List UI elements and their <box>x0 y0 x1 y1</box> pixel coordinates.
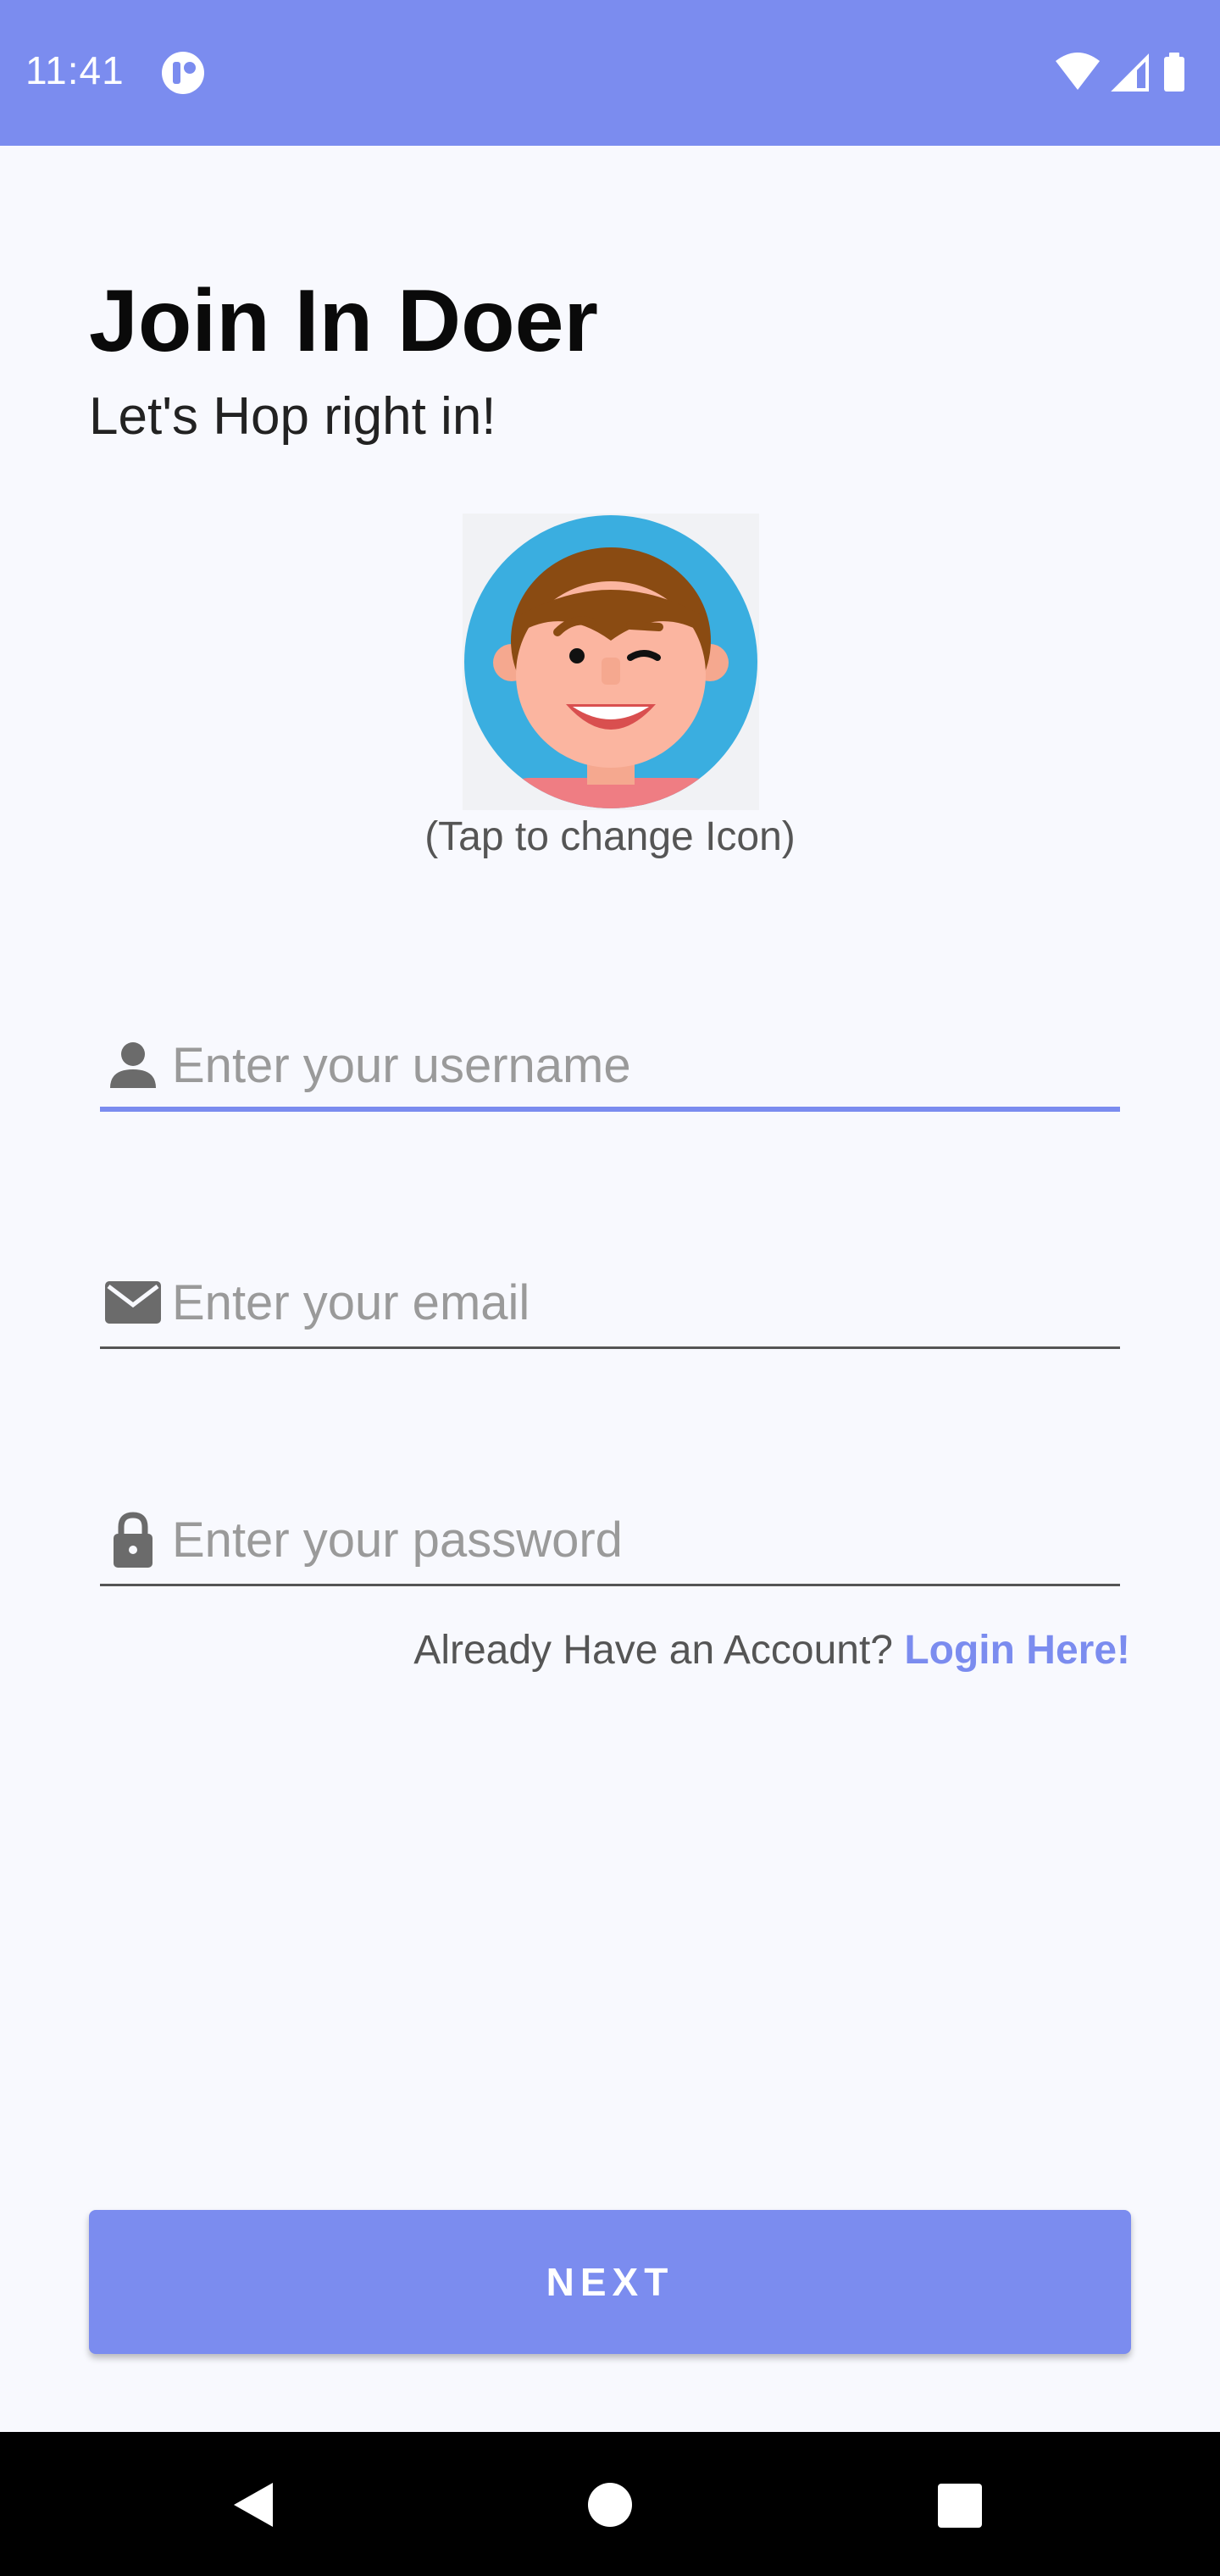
page-subtitle: Let's Hop right in! <box>89 387 496 446</box>
cell-signal-icon <box>1111 53 1149 92</box>
status-icons <box>1056 53 1184 92</box>
battery-icon <box>1164 53 1184 92</box>
username-underline <box>100 1107 1120 1112</box>
home-circle-icon[interactable] <box>586 2481 634 2529</box>
avatar <box>464 515 757 808</box>
password-input[interactable] <box>172 1508 1104 1571</box>
login-prompt-text: Already Have an Account? <box>413 1628 905 1673</box>
email-field[interactable] <box>100 1230 1120 1349</box>
email-input[interactable] <box>172 1271 1104 1334</box>
recents-square-icon[interactable] <box>937 2483 983 2529</box>
next-button[interactable]: NEXT <box>89 2210 1131 2354</box>
email-underline <box>100 1346 1120 1349</box>
username-field[interactable] <box>100 993 1120 1112</box>
back-triangle-icon[interactable] <box>229 2479 280 2530</box>
avatar-button[interactable] <box>463 514 759 810</box>
login-here-link[interactable]: Login Here! <box>904 1628 1130 1673</box>
circle-badge-icon <box>162 52 204 94</box>
mail-icon <box>105 1281 161 1324</box>
lock-icon <box>114 1512 152 1568</box>
avatar-hint: (Tap to change Icon) <box>424 814 796 859</box>
password-underline <box>100 1584 1120 1586</box>
login-prompt: Already Have an Account? Login Here! <box>413 1627 1130 1674</box>
status-time: 11:41 <box>25 48 125 92</box>
wifi-icon <box>1056 53 1100 90</box>
username-input[interactable] <box>172 1034 1104 1096</box>
person-icon <box>110 1042 156 1088</box>
password-field[interactable] <box>100 1468 1120 1586</box>
page-title: Join In Doer <box>89 272 598 370</box>
status-bar: 11:41 <box>0 0 1220 146</box>
navigation-bar <box>0 2432 1220 2576</box>
